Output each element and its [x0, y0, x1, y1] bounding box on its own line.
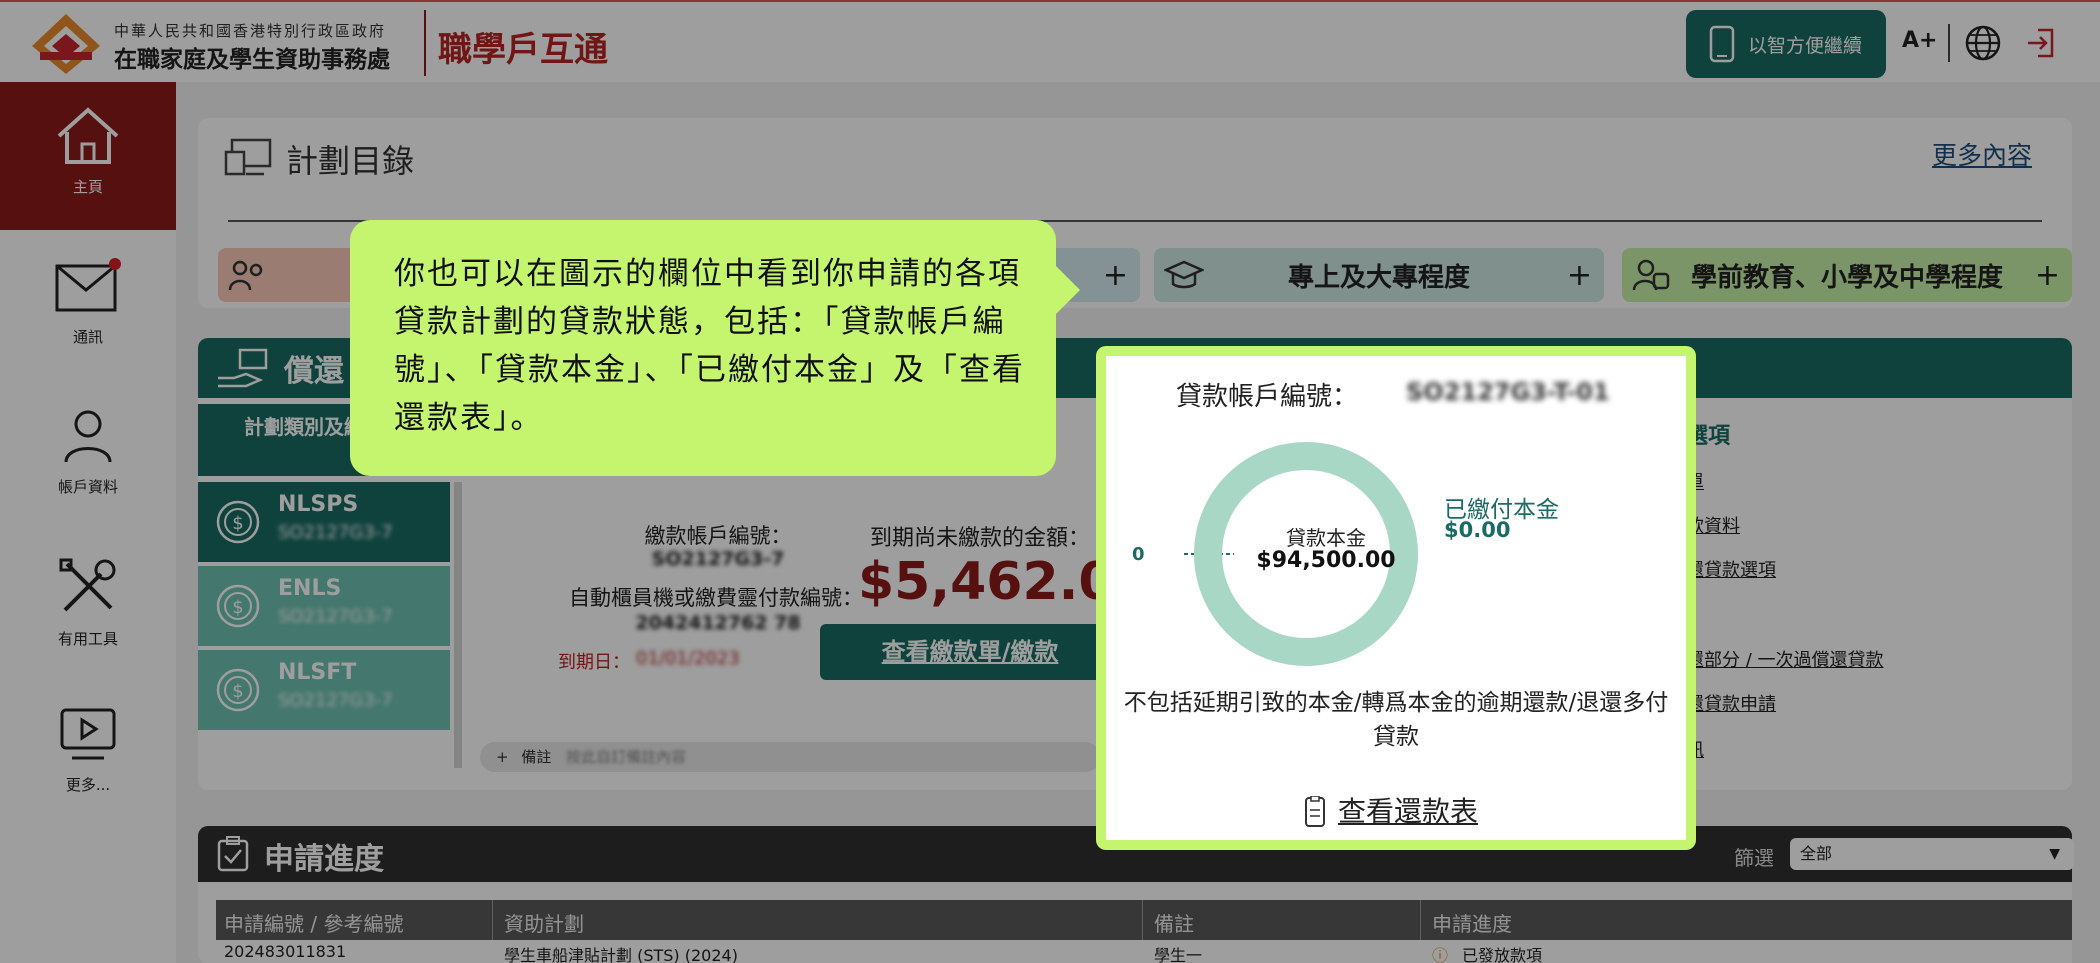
- loan-status-highlight: 貸款帳戶編號： SO2127G3-T-01 0 貸款本金 $94,500.00 …: [1096, 346, 1696, 850]
- tutorial-overlay[interactable]: [0, 0, 2100, 963]
- document-phone-icon: [1305, 796, 1325, 827]
- zero-marker-label: 0: [1132, 544, 1145, 565]
- tutorial-speech-bubble: 你也可以在圖示的欄位中看到你申請的各項貸款計劃的貸款狀態，包括：「貸款帳戶編號」…: [350, 220, 1056, 476]
- principal-note: 不包括延期引致的本金/轉爲本金的逾期還款/退還多付貸款: [1123, 690, 1669, 750]
- speech-bubble-tail: [1050, 260, 1080, 320]
- tutorial-text: 你也可以在圖示的欄位中看到你申請的各項貸款計劃的貸款狀態，包括：「貸款帳戶編號」…: [394, 256, 1025, 436]
- loan-account-value: SO2127G3-T-01: [1406, 378, 1610, 406]
- paid-principal-value: $0.00: [1444, 518, 1511, 542]
- principal-value: $94,500.00: [1256, 548, 1396, 573]
- view-repayment-schedule-link[interactable]: 查看還款表: [1338, 790, 1478, 830]
- principal-label: 貸款本金: [1286, 526, 1366, 550]
- loan-account-label: 貸款帳戶編號：: [1176, 382, 1359, 412]
- loan-status-panel: 貸款帳戶編號： SO2127G3-T-01 0 貸款本金 $94,500.00 …: [1106, 356, 1686, 840]
